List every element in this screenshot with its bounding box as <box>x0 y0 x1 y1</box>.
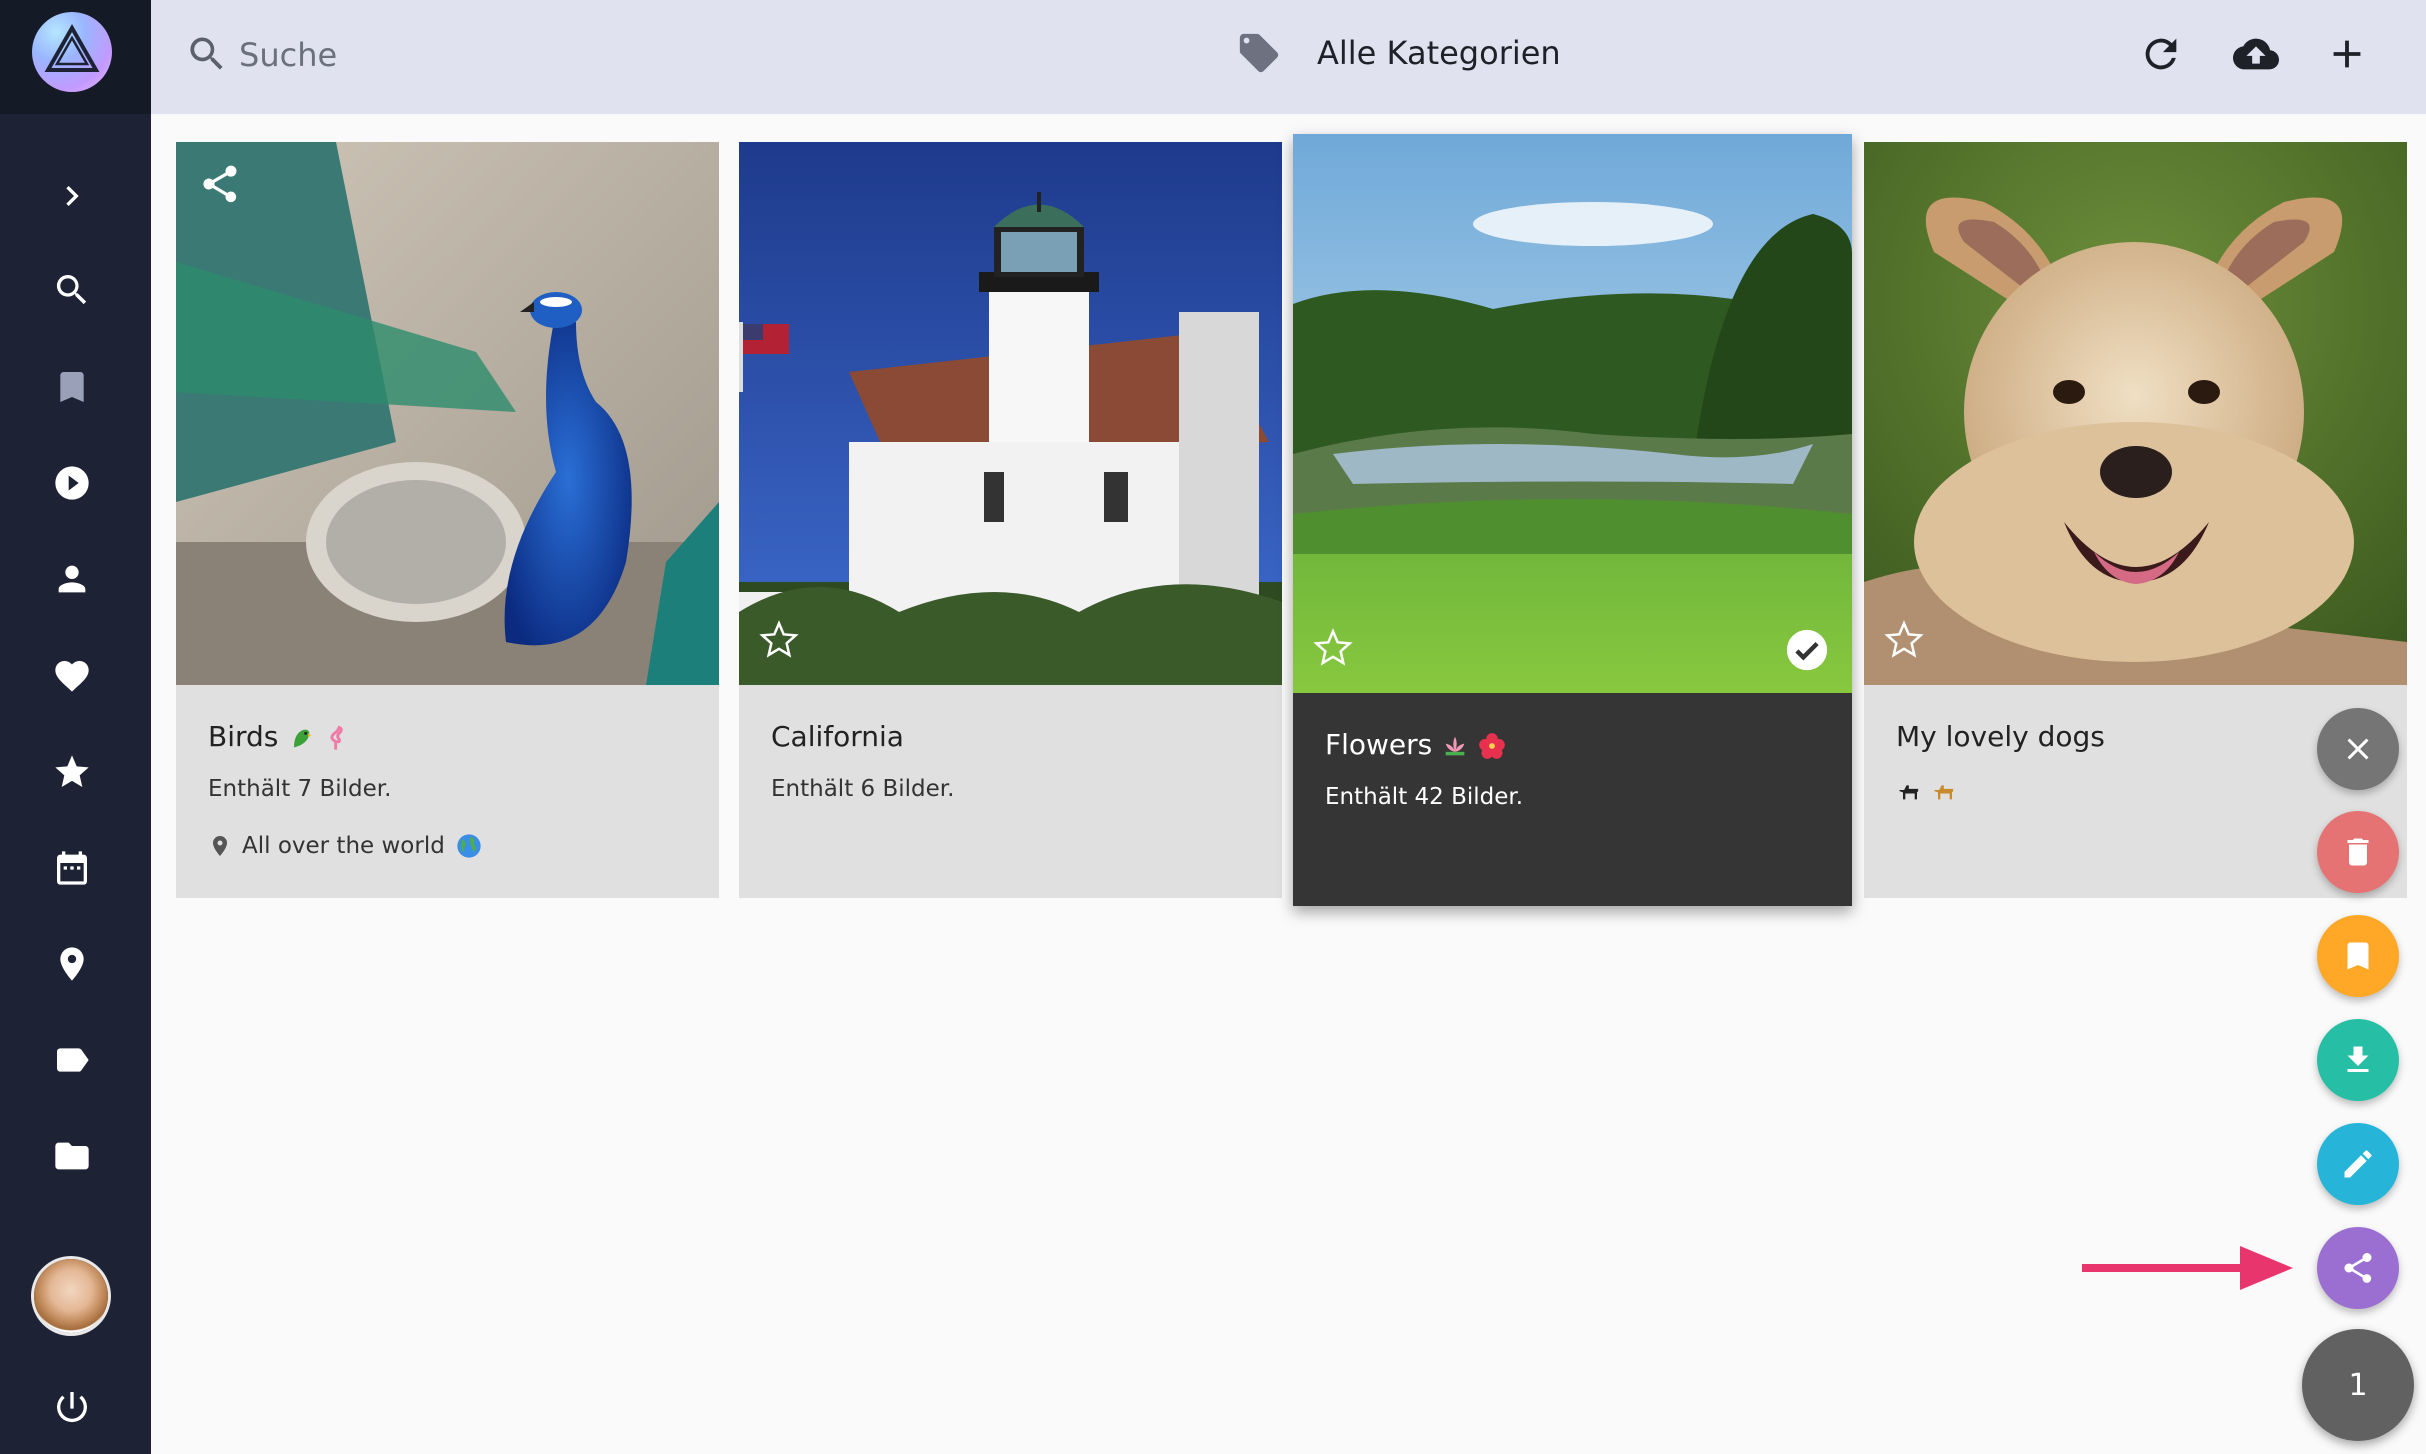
album-card-birds[interactable]: Birds Enthält 7 Bilder. All over the wor… <box>176 142 719 898</box>
toolbar: Alle Kategorien <box>151 0 2426 114</box>
album-emojis <box>1896 776 1959 804</box>
black-dog-emoji-icon <box>1899 785 1919 800</box>
map-pin-icon <box>60 947 84 981</box>
cloud-upload-icon <box>2233 38 2279 70</box>
bookmark-icon <box>2347 942 2369 970</box>
dog-emoji-icon <box>1934 785 1954 800</box>
download-icon <box>2347 1046 2369 1072</box>
power-icon <box>57 1392 87 1423</box>
album-card-california[interactable]: California Enthält 6 Bilder. <box>739 142 1282 898</box>
star-icon <box>55 755 89 787</box>
sidebar-item-bookmark[interactable] <box>36 351 108 423</box>
album-count: Enthält 7 Bilder. <box>208 776 392 802</box>
delete-button[interactable] <box>2317 811 2399 893</box>
album-title: Birds <box>208 720 352 753</box>
sidebar-item-folders[interactable] <box>36 1120 108 1192</box>
logo-area <box>0 0 151 114</box>
sidebar-item-people[interactable] <box>36 543 108 615</box>
folder-icon <box>55 1142 89 1170</box>
album-thumbnail[interactable] <box>1293 134 1852 693</box>
hibiscus-emoji-icon <box>1479 733 1505 759</box>
sidebar-item-logout[interactable] <box>36 1371 108 1443</box>
sidebar <box>0 0 151 1454</box>
app-logo[interactable] <box>32 12 112 92</box>
album-title: Flowers <box>1325 728 1506 761</box>
search-icon <box>190 37 223 70</box>
album-thumbnail[interactable] <box>1864 142 2407 685</box>
check-circle-icon[interactable] <box>1785 628 1829 672</box>
bookmark-button[interactable] <box>2317 915 2399 997</box>
calendar-icon <box>57 851 87 885</box>
close-selection-button[interactable] <box>2317 708 2399 790</box>
sidebar-item-moments[interactable] <box>36 736 108 808</box>
album-card-flowers[interactable]: Flowers Enthält 42 Bilder. <box>1293 134 1852 906</box>
add-album-button[interactable] <box>2319 26 2375 82</box>
plus-icon <box>2333 40 2361 68</box>
reload-button[interactable] <box>2133 26 2189 82</box>
sidebar-item-search[interactable] <box>36 254 108 326</box>
map-pin-icon <box>213 836 227 856</box>
sidebar-item-calendar[interactable] <box>36 832 108 904</box>
share-button[interactable] <box>2317 1227 2399 1309</box>
tag-icon <box>1239 33 1279 73</box>
label-icon <box>57 1048 89 1072</box>
sidebar-item-places[interactable] <box>36 928 108 1000</box>
globe-emoji-icon <box>457 834 481 858</box>
album-title: California <box>771 720 904 753</box>
star-outline-icon[interactable] <box>1884 620 1924 660</box>
close-icon <box>2347 738 2369 760</box>
search-input[interactable] <box>237 28 761 82</box>
refresh-icon <box>2145 38 2177 70</box>
sidebar-item-videos[interactable] <box>36 447 108 519</box>
album-title: My lovely dogs <box>1896 720 2105 753</box>
download-button[interactable] <box>2317 1019 2399 1101</box>
trash-icon <box>2347 838 2369 866</box>
star-outline-icon[interactable] <box>759 620 799 660</box>
upload-button[interactable] <box>2228 26 2284 82</box>
search-icon <box>56 275 87 305</box>
album-location: All over the world <box>208 832 483 860</box>
pencil-icon <box>2344 1150 2372 1178</box>
star-outline-icon[interactable] <box>1313 628 1353 668</box>
person-icon <box>58 565 86 593</box>
album-thumbnail[interactable] <box>176 142 719 685</box>
bookmark-icon <box>60 372 84 402</box>
edit-button[interactable] <box>2317 1123 2399 1205</box>
album-card-my-lovely-dogs[interactable]: My lovely dogs <box>1864 142 2407 898</box>
sidebar-item-expand[interactable] <box>36 160 108 232</box>
triangle-logo-icon <box>44 23 100 72</box>
parrot-emoji-icon <box>294 729 312 748</box>
flamingo-emoji-icon <box>330 725 343 750</box>
category-select[interactable]: Alle Kategorien <box>1317 30 1561 76</box>
user-avatar[interactable] <box>34 1259 108 1333</box>
chevron-right-icon <box>66 186 79 206</box>
share-icon <box>2344 1253 2372 1283</box>
lotus-emoji-icon <box>1445 736 1465 756</box>
album-thumbnail[interactable] <box>739 142 1282 685</box>
album-count: Enthält 6 Bilder. <box>771 776 955 802</box>
arrow-right-icon <box>2082 1246 2293 1290</box>
heart-icon <box>55 661 89 692</box>
play-circle-icon <box>55 466 89 500</box>
selection-count-button[interactable]: 1 <box>2302 1329 2414 1441</box>
sidebar-item-favorites[interactable] <box>36 640 108 712</box>
sidebar-item-labels[interactable] <box>36 1024 108 1096</box>
album-count: Enthält 42 Bilder. <box>1325 784 1524 810</box>
share-icon <box>203 165 237 203</box>
